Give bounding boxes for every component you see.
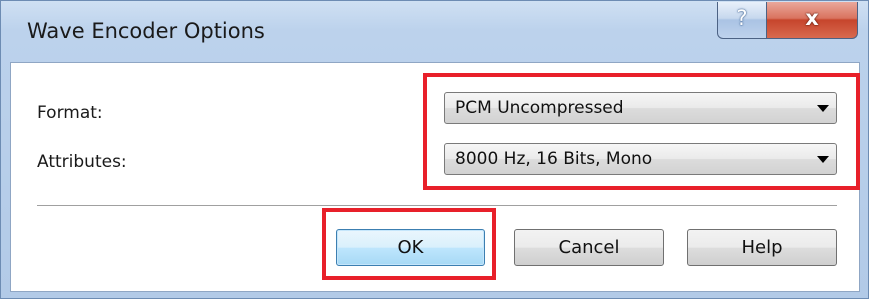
close-button[interactable]: x [766,2,858,39]
attributes-label: Attributes: [37,152,127,172]
help-dialog-button[interactable]: Help [687,229,837,266]
dialog-content: Format: Attributes: PCM Uncompressed 800… [10,62,860,292]
divider [37,205,837,207]
close-icon: x [805,6,819,30]
highlight-box-dropdowns [423,73,860,190]
dialog-window: Wave Encoder Options ? x Format: Attribu… [0,0,869,299]
highlight-box-ok [322,208,496,280]
question-mark-icon: ? [736,6,748,30]
format-label: Format: [37,103,103,123]
cancel-button[interactable]: Cancel [514,229,664,266]
title-bar[interactable]: Wave Encoder Options ? x [1,1,868,63]
help-button[interactable]: ? [717,2,767,39]
dialog-title: Wave Encoder Options [27,19,265,43]
